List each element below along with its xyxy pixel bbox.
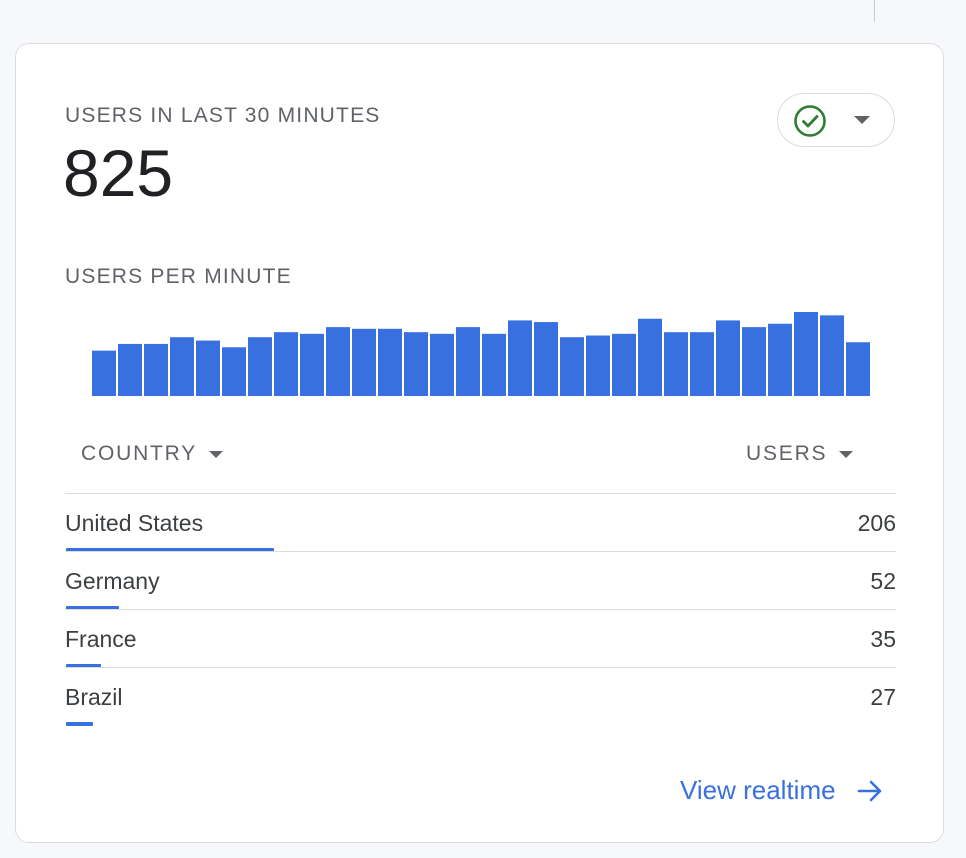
- chart-bar[interactable]: [326, 327, 350, 396]
- chart-bar[interactable]: [794, 312, 818, 396]
- chart-bar[interactable]: [144, 343, 168, 396]
- chart-bar[interactable]: [508, 320, 532, 396]
- chart-bar[interactable]: [768, 323, 792, 396]
- chart-bar[interactable]: [716, 320, 740, 396]
- chart-bar[interactable]: [170, 337, 194, 396]
- chart-bar[interactable]: [456, 327, 480, 396]
- user-count: 206: [857, 510, 896, 536]
- chart-bar[interactable]: [638, 318, 662, 396]
- check-circle-icon: [794, 105, 826, 137]
- chart-bar[interactable]: [820, 315, 844, 396]
- country-name: United States: [65, 510, 204, 536]
- chart-bar[interactable]: [300, 333, 324, 396]
- chart-bar[interactable]: [534, 322, 558, 396]
- chart-bar[interactable]: [274, 332, 298, 396]
- table-row: Germany 52: [65, 551, 896, 610]
- chart-bar[interactable]: [352, 328, 376, 396]
- chart-bar[interactable]: [586, 335, 610, 396]
- sort-caret-icon: [839, 450, 854, 458]
- divider-line: [874, 0, 875, 22]
- view-realtime-link[interactable]: View realtime: [680, 775, 884, 806]
- country-name: Brazil: [65, 684, 123, 710]
- table-row: France 35: [65, 609, 896, 668]
- country-name: France: [65, 626, 137, 652]
- chart-bar[interactable]: [664, 332, 688, 396]
- users-header-label: USERS: [746, 442, 828, 465]
- chart-bar[interactable]: [222, 347, 246, 396]
- chart-bar[interactable]: [742, 327, 766, 396]
- user-count: 35: [870, 626, 896, 652]
- chart-bar[interactable]: [404, 332, 428, 396]
- chart-bar[interactable]: [248, 337, 272, 396]
- chart-bar[interactable]: [378, 328, 402, 396]
- chart-bar[interactable]: [690, 332, 714, 396]
- chart-bar[interactable]: [612, 333, 636, 396]
- country-name: Germany: [65, 568, 160, 594]
- arrow-right-icon: [857, 780, 881, 801]
- chart-bar[interactable]: [92, 350, 116, 396]
- chart-bar[interactable]: [196, 340, 220, 396]
- user-count: 27: [870, 684, 896, 710]
- view-realtime-label: View realtime: [680, 775, 836, 805]
- share-bar: [66, 722, 93, 726]
- country-table: United States 206 Germany 52 France 35 B…: [65, 493, 896, 726]
- realtime-users-card: USERS IN LAST 30 MINUTES 825 USERS PER M…: [15, 43, 944, 843]
- chart-bar[interactable]: [430, 333, 454, 396]
- chart-bar[interactable]: [118, 343, 142, 396]
- metric-label: USERS IN LAST 30 MINUTES: [65, 104, 381, 127]
- chart-bar[interactable]: [482, 333, 506, 396]
- metric-value: 825: [63, 136, 174, 210]
- country-column-header[interactable]: COUNTRY: [81, 442, 224, 466]
- users-per-minute-chart: [92, 312, 870, 396]
- chart-title: USERS PER MINUTE: [65, 265, 292, 288]
- user-count: 52: [870, 568, 896, 594]
- users-column-header[interactable]: USERS: [746, 442, 854, 466]
- table-row: Brazil 27: [65, 667, 896, 726]
- table-row: United States 206: [65, 493, 896, 552]
- status-dropdown-button[interactable]: [777, 93, 895, 147]
- chart-bar[interactable]: [560, 337, 584, 396]
- sort-caret-icon: [209, 450, 224, 458]
- chart-bar[interactable]: [846, 342, 870, 396]
- chevron-down-icon: [854, 116, 870, 124]
- country-header-label: COUNTRY: [81, 442, 198, 465]
